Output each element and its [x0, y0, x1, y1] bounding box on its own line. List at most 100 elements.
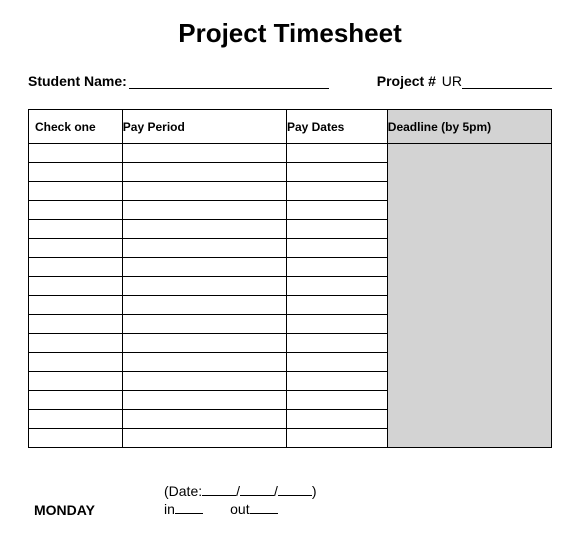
timesheet-table: Check one Pay Period Pay Dates Deadline …: [28, 109, 552, 448]
cell-dates[interactable]: [286, 296, 387, 315]
header-check-one: Check one: [29, 110, 123, 144]
cell-period[interactable]: [122, 201, 286, 220]
table-row: [29, 410, 552, 429]
cell-dates[interactable]: [286, 315, 387, 334]
cell-deadline[interactable]: [387, 391, 551, 410]
cell-dates[interactable]: [286, 201, 387, 220]
cell-check[interactable]: [29, 334, 123, 353]
table-row: [29, 334, 552, 353]
cell-deadline[interactable]: [387, 277, 551, 296]
table-row: [29, 182, 552, 201]
table-row: [29, 201, 552, 220]
project-number-input[interactable]: [462, 75, 552, 89]
cell-dates[interactable]: [286, 429, 387, 448]
cell-deadline[interactable]: [387, 258, 551, 277]
date-month-input[interactable]: [202, 484, 236, 496]
cell-deadline[interactable]: [387, 144, 551, 163]
cell-dates[interactable]: [286, 334, 387, 353]
cell-dates[interactable]: [286, 372, 387, 391]
time-out-input[interactable]: [250, 502, 278, 514]
out-label: out: [230, 501, 249, 517]
time-in-input[interactable]: [175, 502, 203, 514]
cell-deadline[interactable]: [387, 429, 551, 448]
cell-deadline[interactable]: [387, 410, 551, 429]
cell-deadline[interactable]: [387, 201, 551, 220]
date-day-input[interactable]: [240, 484, 274, 496]
day-fields: (Date://) in out: [164, 482, 317, 518]
table-row: [29, 353, 552, 372]
cell-deadline[interactable]: [387, 239, 551, 258]
cell-deadline[interactable]: [387, 315, 551, 334]
cell-deadline[interactable]: [387, 296, 551, 315]
page-title: Project Timesheet: [28, 18, 552, 49]
table-row: [29, 258, 552, 277]
table-row: [29, 391, 552, 410]
cell-deadline[interactable]: [387, 353, 551, 372]
cell-period[interactable]: [122, 182, 286, 201]
table-row: [29, 220, 552, 239]
cell-dates[interactable]: [286, 410, 387, 429]
cell-deadline[interactable]: [387, 220, 551, 239]
cell-period[interactable]: [122, 277, 286, 296]
cell-check[interactable]: [29, 410, 123, 429]
student-name-input[interactable]: [129, 75, 329, 89]
header-pay-dates: Pay Dates: [286, 110, 387, 144]
cell-deadline[interactable]: [387, 182, 551, 201]
table-row: [29, 296, 552, 315]
cell-period[interactable]: [122, 220, 286, 239]
table-row: [29, 239, 552, 258]
cell-dates[interactable]: [286, 220, 387, 239]
cell-deadline[interactable]: [387, 372, 551, 391]
cell-check[interactable]: [29, 429, 123, 448]
cell-period[interactable]: [122, 144, 286, 163]
cell-dates[interactable]: [286, 239, 387, 258]
cell-period[interactable]: [122, 353, 286, 372]
cell-period[interactable]: [122, 296, 286, 315]
cell-period[interactable]: [122, 429, 286, 448]
cell-check[interactable]: [29, 296, 123, 315]
cell-period[interactable]: [122, 239, 286, 258]
cell-period[interactable]: [122, 334, 286, 353]
cell-check[interactable]: [29, 391, 123, 410]
day-name: MONDAY: [34, 502, 124, 518]
date-label: (Date:: [164, 483, 202, 499]
cell-check[interactable]: [29, 277, 123, 296]
project-label: Project #: [377, 73, 436, 89]
cell-check[interactable]: [29, 239, 123, 258]
cell-dates[interactable]: [286, 163, 387, 182]
in-label: in: [164, 501, 175, 517]
cell-dates[interactable]: [286, 277, 387, 296]
table-header-row: Check one Pay Period Pay Dates Deadline …: [29, 110, 552, 144]
info-row: Student Name: Project # UR: [28, 73, 552, 89]
student-name-label: Student Name:: [28, 73, 127, 89]
cell-period[interactable]: [122, 315, 286, 334]
cell-period[interactable]: [122, 391, 286, 410]
cell-check[interactable]: [29, 315, 123, 334]
cell-check[interactable]: [29, 258, 123, 277]
cell-dates[interactable]: [286, 144, 387, 163]
cell-dates[interactable]: [286, 258, 387, 277]
day-row: MONDAY (Date://) in out: [28, 482, 552, 518]
cell-check[interactable]: [29, 163, 123, 182]
cell-deadline[interactable]: [387, 163, 551, 182]
cell-deadline[interactable]: [387, 334, 551, 353]
table-row: [29, 315, 552, 334]
cell-check[interactable]: [29, 220, 123, 239]
cell-check[interactable]: [29, 372, 123, 391]
cell-period[interactable]: [122, 372, 286, 391]
cell-period[interactable]: [122, 258, 286, 277]
cell-dates[interactable]: [286, 353, 387, 372]
cell-check[interactable]: [29, 353, 123, 372]
cell-check[interactable]: [29, 144, 123, 163]
cell-check[interactable]: [29, 201, 123, 220]
date-year-input[interactable]: [278, 484, 312, 496]
cell-dates[interactable]: [286, 182, 387, 201]
table-row: [29, 163, 552, 182]
project-prefix: UR: [438, 73, 462, 89]
cell-check[interactable]: [29, 182, 123, 201]
cell-period[interactable]: [122, 163, 286, 182]
table-row: [29, 429, 552, 448]
cell-dates[interactable]: [286, 391, 387, 410]
header-pay-period: Pay Period: [122, 110, 286, 144]
cell-period[interactable]: [122, 410, 286, 429]
